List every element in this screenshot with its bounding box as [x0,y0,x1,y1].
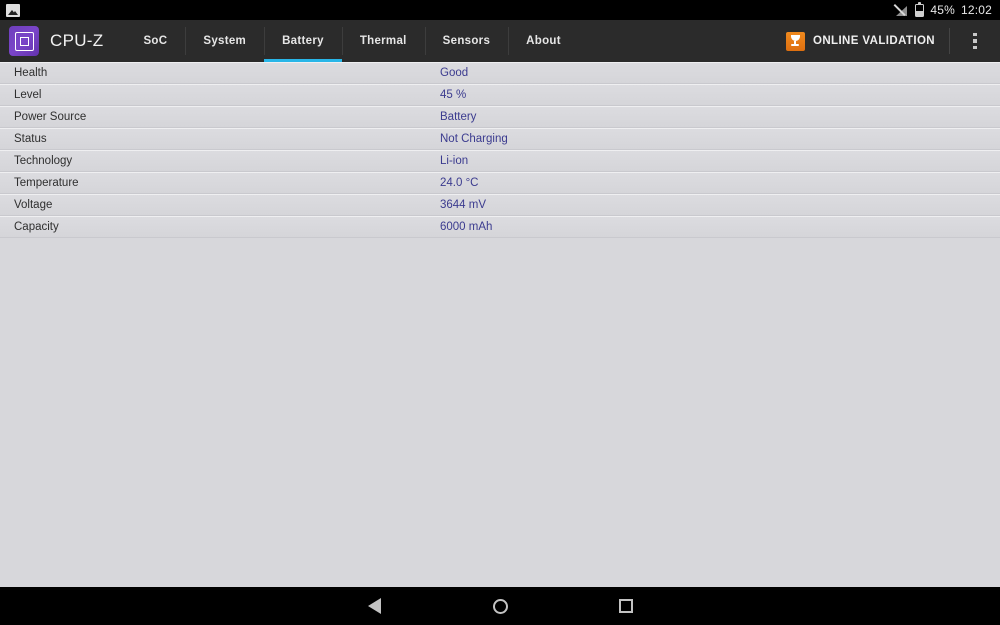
clock-label: 12:02 [960,3,992,17]
battery-percent-label: 45% [930,3,955,17]
table-row[interactable]: Status Not Charging [0,128,1000,150]
nav-back-button[interactable] [311,587,437,625]
row-value: 24.0 °C [440,176,479,189]
tab-sensors[interactable]: Sensors [424,20,508,62]
tab-system-label: System [203,35,247,47]
tab-bar: SoC System Battery Thermal Sensors About [125,20,578,62]
table-row[interactable]: Technology Li-ion [0,150,1000,172]
status-bar-right: 45% 12:02 [894,0,992,20]
row-value: 45 % [440,88,467,101]
row-label: Temperature [14,176,79,189]
app-title: CPU-Z [50,31,104,50]
image-notification-icon [6,3,20,17]
home-circle-icon [492,598,508,614]
row-label: Voltage [14,198,53,211]
table-row[interactable]: Capacity 6000 mAh [0,216,1000,238]
tab-soc-label: SoC [143,35,168,47]
status-bar: 45% 12:02 [0,0,1000,20]
trophy-icon [785,31,805,51]
table-row[interactable]: Health Good [0,62,1000,84]
tab-soc[interactable]: SoC [125,20,185,62]
device-screen: 45% 12:02 CPU-Z SoC System Battery Therm… [0,0,1000,625]
battery-info-list: Health Good Level 45 % Power Source Batt… [0,62,1000,587]
tab-system[interactable]: System [185,20,264,62]
app-bar-actions: ONLINE VALIDATION [785,20,1000,62]
tab-about[interactable]: About [508,20,579,62]
row-value: 3644 mV [440,198,487,211]
online-validation-button[interactable]: ONLINE VALIDATION [785,20,949,62]
row-value: 6000 mAh [440,220,493,233]
row-label: Health [14,66,48,79]
row-label: Status [14,132,47,145]
app-bar: CPU-Z SoC System Battery Thermal Sensors… [0,20,1000,62]
cpu-chip-icon [9,26,39,56]
tab-battery-label: Battery [282,35,324,47]
battery-icon [915,1,925,17]
recents-square-icon [619,599,633,613]
row-label: Level [14,88,42,101]
tab-thermal-label: Thermal [359,35,407,47]
tab-thermal[interactable]: Thermal [341,20,425,62]
android-navigation-bar [0,587,1000,625]
table-row[interactable]: Temperature 24.0 °C [0,172,1000,194]
row-value: Li-ion [440,154,469,167]
table-row[interactable]: Level 45 % [0,84,1000,106]
back-triangle-icon [367,598,381,614]
row-label: Power Source [14,110,87,123]
tab-battery[interactable]: Battery [264,20,342,62]
more-vertical-icon[interactable] [950,20,1000,62]
nav-recents-button[interactable] [563,587,689,625]
row-value: Battery [440,110,477,123]
nav-home-button[interactable] [437,587,563,625]
row-label: Technology [14,154,73,167]
online-validation-label: ONLINE VALIDATION [812,35,935,47]
tab-sensors-label: Sensors [442,35,491,47]
signal-off-icon [894,3,909,17]
row-value: Good [440,66,469,79]
row-value: Not Charging [440,132,508,145]
row-label: Capacity [14,220,59,233]
table-row[interactable]: Power Source Battery [0,106,1000,128]
tab-about-label: About [526,35,561,47]
table-row[interactable]: Voltage 3644 mV [0,194,1000,216]
status-bar-left [6,3,896,17]
